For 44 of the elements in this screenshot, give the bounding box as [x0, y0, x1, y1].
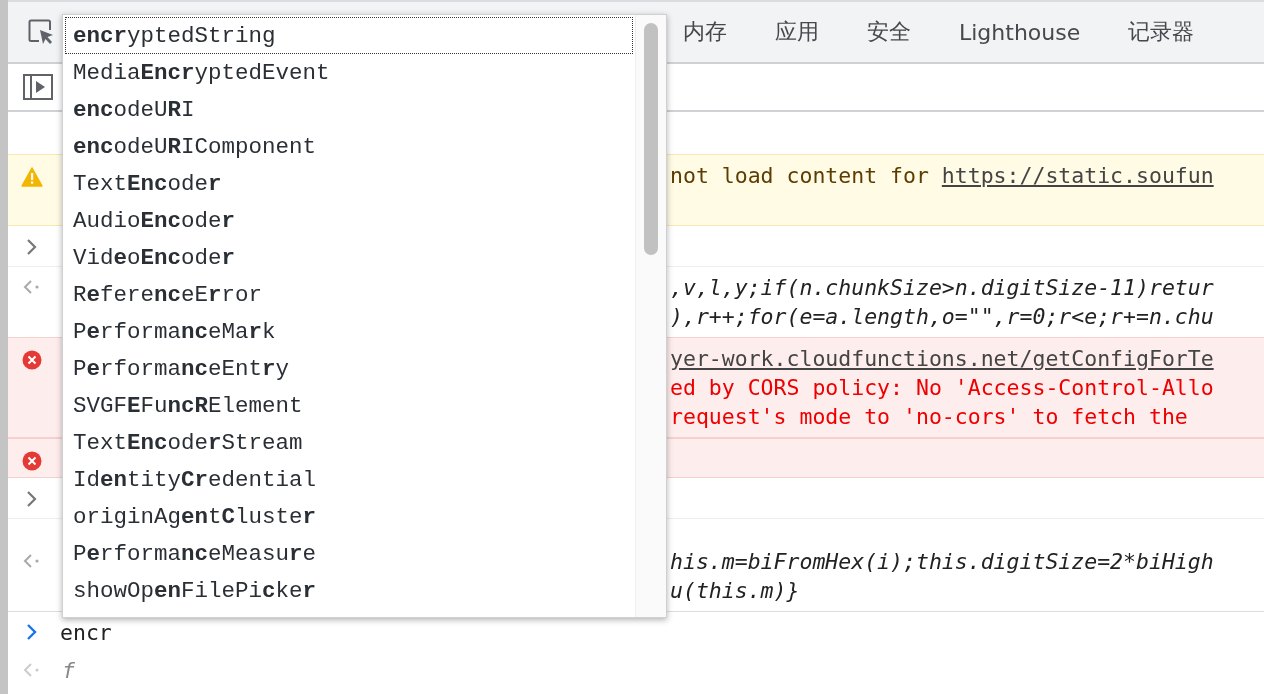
warning-icon [21, 167, 43, 187]
url-link[interactable]: https://static.soufun [941, 163, 1214, 188]
console-input[interactable]: encr [60, 619, 112, 645]
suggestion-item[interactable]: PerformanceMeasure [65, 535, 633, 572]
suggestion-item[interactable]: TextEncoderStream [65, 424, 633, 461]
sidebar-toggle-icon[interactable] [23, 74, 53, 100]
suggestion-item[interactable]: MediaEncryptedEvent [65, 54, 633, 91]
chevron-icon[interactable] [26, 490, 38, 508]
url-link[interactable]: yer-work.cloudfunctions.net/getConfigForTe [670, 346, 1214, 371]
error-icon [22, 350, 42, 370]
return-arrow-icon [23, 662, 41, 678]
suggestion-item[interactable]: originAgentCluster [65, 498, 633, 535]
console-text: ed by CORS policy: No 'Access-Control-Allo [670, 375, 1214, 400]
suggestion-item[interactable]: VideoEncoder [65, 239, 633, 276]
console-text: ,v,l,y;if(n.chunkSize>n.digitSize-11)retur [670, 275, 1214, 300]
suggestion-item[interactable]: PerformanceEntry [65, 350, 633, 387]
suggestion-item[interactable]: PerformanceMark [65, 313, 633, 350]
suggestion-item[interactable]: showOpenFilePicker [65, 572, 633, 609]
chevron-icon[interactable] [26, 238, 38, 256]
panel-tab[interactable]: 记录器 [1104, 2, 1219, 62]
inspect-icon[interactable] [27, 18, 55, 46]
panel-tab[interactable]: Lighthouse [935, 2, 1105, 62]
console-text: his.m=biFromHex(i);this.digitSize=2*biHigh [670, 549, 1214, 574]
suggestion-item[interactable]: encodeURI [65, 91, 633, 128]
suggestion-item[interactable]: IdentityCredential [65, 461, 633, 498]
suggestion-item[interactable]: ReferenceError [65, 276, 633, 313]
suggestion-item[interactable]: encryptedString [65, 17, 633, 54]
error-icon [22, 451, 42, 471]
panel-tab[interactable]: 安全 [843, 2, 935, 62]
console-text: not load content for [670, 163, 930, 188]
suggestion-item[interactable]: TextEncoder [65, 165, 633, 202]
eager-preview-text: f [62, 657, 75, 683]
panel-tab[interactable]: 内存 [659, 2, 751, 62]
suggestion-item[interactable]: AudioEncoder [65, 202, 633, 239]
prompt-chevron-icon [26, 623, 38, 641]
return-arrow-icon [23, 279, 41, 295]
panel-tab[interactable]: 应用 [751, 2, 843, 62]
return-arrow-icon [23, 553, 41, 569]
suggestion-item[interactable]: encodeURIComponent [65, 128, 633, 165]
console-text: request's mode to 'no-cors' to fetch the [670, 404, 1188, 429]
suggestion-item[interactable]: SVGFEFuncRElement [65, 387, 633, 424]
scrollbar-thumb[interactable] [644, 23, 658, 255]
console-text: ),r++;for(e=a.length,o="",r=0;r<e;r+=n.chu [670, 304, 1214, 329]
console-text: u(this.m)} [670, 578, 800, 603]
